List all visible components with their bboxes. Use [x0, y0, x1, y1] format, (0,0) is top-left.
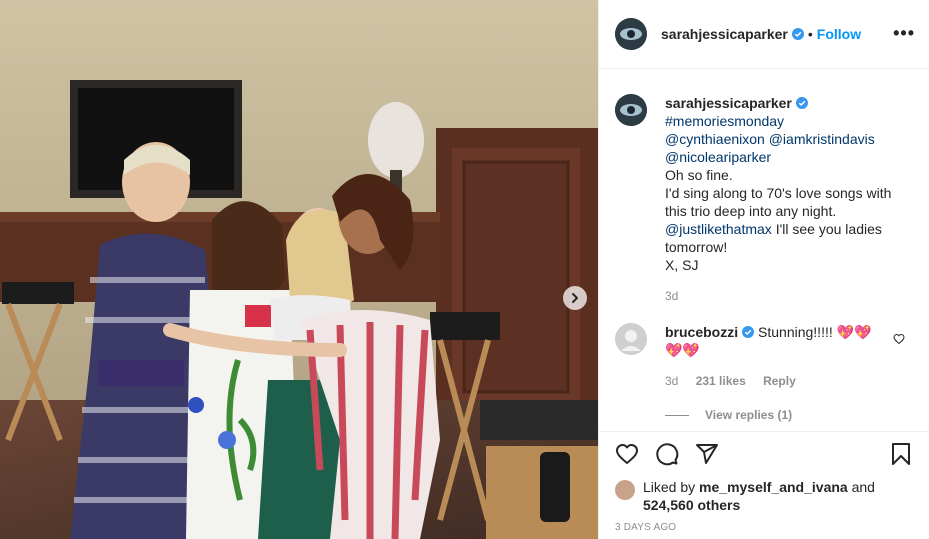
comment-text: brucebozzi Stunning!!!!! 💖💖💖💖: [665, 323, 885, 359]
post-side-panel: sarahjessicaparker • Follow ••• sarahjes…: [598, 0, 929, 539]
caption: sarahjessicaparker #memoriesmonday @cynt…: [615, 94, 913, 303]
post-header: sarahjessicaparker • Follow •••: [599, 0, 929, 69]
follow-button[interactable]: Follow: [817, 26, 861, 42]
likes-text: Liked by me_myself_and_ivana and 524,560…: [643, 478, 875, 514]
comment-item: brucebozzi Stunning!!!!! 💖💖💖💖 3d 231 lik…: [615, 323, 913, 388]
heart-icon[interactable]: [615, 442, 639, 466]
commenter-avatar[interactable]: [615, 323, 647, 355]
photo-illustration: [0, 0, 598, 539]
caption-author[interactable]: sarahjessicaparker: [665, 95, 792, 111]
caption-line: Oh so fine.: [665, 167, 733, 183]
liked-by-prefix: Liked by: [643, 479, 700, 495]
comment-meta: 3d 231 likes Reply: [665, 374, 885, 388]
mention-link[interactable]: @nicoleariparker: [665, 149, 771, 165]
share-icon[interactable]: [695, 442, 719, 466]
mention-link[interactable]: @justlikethatmax: [665, 221, 772, 237]
mention-link[interactable]: @cynthiaenixon: [665, 131, 765, 147]
comment-time[interactable]: 3d: [665, 374, 678, 388]
verified-badge-icon: [795, 97, 808, 109]
more-options-icon[interactable]: •••: [893, 24, 915, 42]
comment-content: Stunning!!!!!: [754, 324, 833, 340]
verified-badge-icon: [742, 326, 755, 338]
post-actions: Liked by me_myself_and_ivana and 524,560…: [599, 431, 929, 533]
verified-badge-icon: [791, 28, 804, 40]
replies-divider: [665, 414, 689, 416]
carousel-next-button[interactable]: [563, 286, 587, 310]
author-username[interactable]: sarahjessicaparker: [661, 26, 788, 42]
likes-others-count[interactable]: 524,560 others: [643, 497, 740, 513]
author-avatar[interactable]: [615, 18, 647, 50]
post-photo[interactable]: [0, 0, 598, 539]
likes-summary: Liked by me_myself_and_ivana and 524,560…: [615, 478, 913, 514]
view-replies-label: View replies (1): [705, 408, 793, 422]
liker-username[interactable]: me_myself_and_ivana: [699, 479, 848, 495]
caption-signoff: X, SJ: [665, 257, 699, 273]
post-date[interactable]: 3 DAYS AGO: [615, 522, 913, 533]
chevron-right-icon: [572, 293, 578, 303]
reply-button[interactable]: Reply: [763, 374, 796, 388]
caption-author-avatar[interactable]: [615, 94, 647, 126]
mention-link[interactable]: @iamkristindavis: [769, 131, 875, 147]
bookmark-icon[interactable]: [889, 442, 913, 466]
view-replies-button[interactable]: View replies (1): [665, 408, 913, 422]
caption-text: sarahjessicaparker #memoriesmonday @cynt…: [665, 94, 905, 274]
comments-section: sarahjessicaparker #memoriesmonday @cynt…: [599, 70, 929, 430]
liked-by-and: and: [847, 479, 875, 495]
caption-meta: 3d: [665, 289, 905, 303]
hashtag-link[interactable]: #memoriesmonday: [665, 113, 784, 129]
commenter-username[interactable]: brucebozzi: [665, 324, 738, 340]
comment-like-heart-icon[interactable]: [893, 333, 905, 345]
liker-avatar[interactable]: [615, 480, 635, 500]
action-bar: [615, 432, 913, 476]
caption-line: I'd sing along to 70's love songs with t…: [665, 185, 892, 219]
comment-likes[interactable]: 231 likes: [696, 374, 746, 388]
caption-time[interactable]: 3d: [665, 289, 678, 303]
separator-dot: •: [807, 26, 813, 42]
comment-icon[interactable]: [655, 442, 679, 466]
